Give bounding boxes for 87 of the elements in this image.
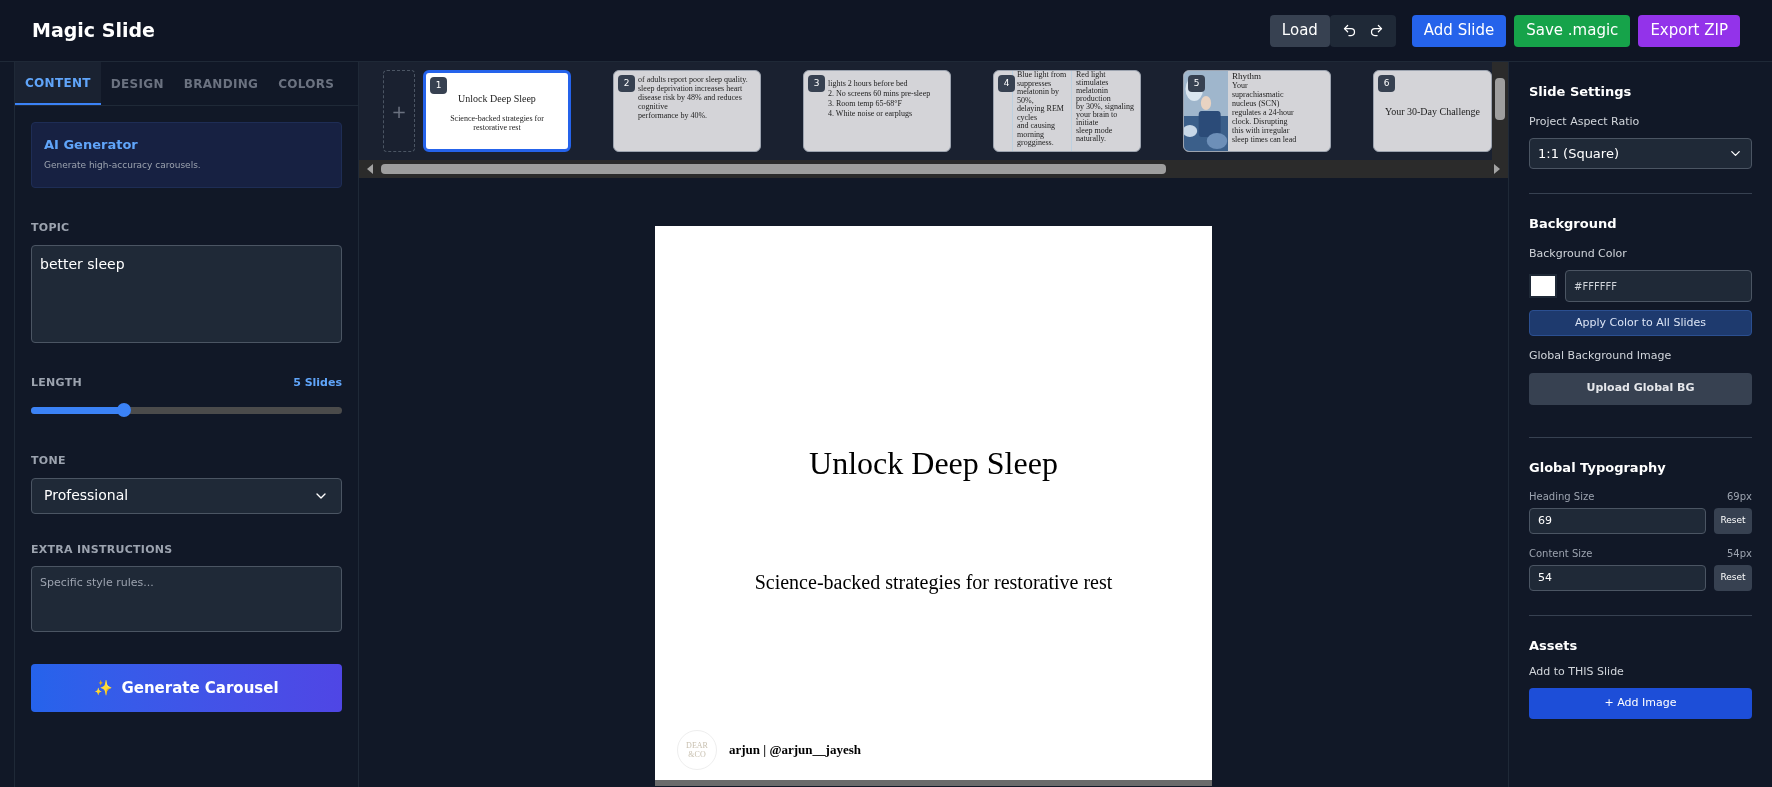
thumbnail-text: sleep times can lead: [1232, 135, 1297, 144]
aspect-ratio-select[interactable]: 1:1 (Square): [1529, 138, 1752, 169]
slide-thumbnail[interactable]: lights 2 hours before bed 2. No screens 60 mins pre-sleep 3. Room temp 65-68°F 4. White noise or earplugs 3: [803, 70, 951, 152]
slide-heading: Unlock Deep Sleep: [809, 444, 1058, 483]
thumbnail-text: 2. No screens 60 mins pre-sleep: [828, 89, 932, 98]
slide-number: 6: [1378, 75, 1395, 92]
tone-select[interactable]: Professional: [31, 477, 342, 514]
thumbnail-text: sleep mode naturally.: [1076, 127, 1114, 143]
topic-field[interactable]: better sleep: [31, 244, 342, 343]
size-reading: 69px: [1727, 490, 1752, 504]
thumbnail-text: suprachiasmatic: [1232, 90, 1285, 99]
thumbnail-text: of adults report poor sleep quality.: [638, 75, 749, 84]
slide-number: 2: [618, 75, 635, 92]
thumbnail-text: sleep deprivation increases heart: [638, 84, 744, 93]
field-label: EXTRA INSTRUCTIONS: [31, 541, 174, 558]
thumbnail-text: this with irregular: [1232, 126, 1291, 135]
thumbnail-text: nucleus (SCN): [1232, 99, 1281, 108]
thumbnail-text: Your: [1232, 81, 1249, 90]
thumbnail-text: regulates a 24-hour: [1232, 108, 1295, 117]
thumbnail-text: performance by 40%.: [638, 111, 709, 120]
slide-number: 5: [1188, 75, 1205, 92]
field-label: Heading Size: [1529, 490, 1595, 504]
thumbnail-text: Science-backed strategies for restorative rest: [449, 113, 545, 132]
author-handle: arjun | @arjun__jayesh: [729, 741, 861, 760]
field-label: LENGTH: [31, 374, 82, 391]
horizontal-scrollbar[interactable]: [359, 160, 1508, 178]
export-button[interactable]: Export ZIP: [1638, 14, 1740, 47]
slide-thumbnail[interactable]: of adults report poor sleep quality. sleep deprivation increases heart disease risk by 48% and reduces cognitive performance by 40%. 2: [613, 70, 761, 152]
reset-button[interactable]: Reset: [1714, 508, 1752, 534]
panel-tab[interactable]: CONTENT: [15, 62, 101, 105]
length-slider[interactable]: [31, 403, 342, 417]
section-title: Assets: [1529, 637, 1579, 655]
thumbnail-text: 4. White noise or earplugs: [828, 109, 914, 118]
redo-icon: [1368, 23, 1384, 38]
thumbnail-text: suppresses: [1017, 79, 1052, 88]
thumbnail-text: lights 2 hours before bed: [828, 79, 909, 88]
field-label: Project Aspect Ratio: [1529, 113, 1641, 130]
length-reading: 5 Slides: [293, 374, 342, 391]
slide-thumbnail[interactable]: Unlock Deep Sleep Science-backed strategies for restorative rest 1: [423, 70, 571, 152]
thumbnail-text: 3. Room temp 65-68°F: [828, 99, 903, 108]
panel-tab[interactable]: DESIGN: [100, 62, 174, 105]
thumbnail-text: Your 30-Day Challenge: [1384, 104, 1481, 119]
size-field[interactable]: 69: [1529, 508, 1706, 534]
slide-subheading: Science-backed strategies for restorative rest: [754, 570, 1113, 596]
thumbnail-text: clock. Disrupting: [1232, 117, 1289, 126]
vertical-scrollbar[interactable]: [1492, 62, 1508, 160]
add-slide-button[interactable]: Add Slide: [1411, 14, 1507, 47]
thumbnail-text: grogginess.: [1017, 139, 1055, 148]
generate-button[interactable]: ✨ Generate Carousel: [31, 664, 342, 712]
slide-number: 3: [808, 75, 825, 92]
field-label: Content Size: [1529, 547, 1593, 561]
thumbnail-text: by 30%, signaling: [1076, 103, 1135, 111]
extra-instructions-field[interactable]: Specific style rules...: [31, 566, 342, 632]
slide-thumbnail[interactable]: Your 30-Day Challenge 6: [1373, 70, 1492, 152]
add-image-button[interactable]: + Add Image: [1529, 688, 1752, 719]
app-title: Magic Slide: [32, 18, 155, 44]
slide-number: 4: [998, 75, 1015, 92]
panel-tab[interactable]: COLORS: [268, 62, 345, 105]
field-label: Background Color: [1529, 245, 1628, 262]
slide-number: 1: [430, 77, 447, 94]
undo-button[interactable]: [1329, 14, 1361, 47]
upload-bg-button[interactable]: Upload Global BG: [1529, 372, 1752, 405]
card-title: AI Generator: [44, 136, 139, 154]
color-swatch[interactable]: [1529, 274, 1557, 298]
field-label: Global Background Image: [1529, 348, 1673, 364]
slide-thumbnail[interactable]: [993, 70, 1141, 152]
thumbnail-text: Unlock Deep Sleep: [458, 91, 536, 106]
size-reading: 54px: [1727, 547, 1752, 561]
undo-icon: [1341, 23, 1357, 38]
size-field[interactable]: 54: [1529, 565, 1706, 591]
section-title: Global Typography: [1529, 458, 1667, 477]
redo-button[interactable]: [1360, 14, 1396, 47]
field-label: TOPIC: [31, 220, 71, 236]
apply-color-button[interactable]: Apply Color to All Slides: [1529, 310, 1752, 336]
panel-tab[interactable]: BRANDING: [173, 62, 269, 105]
card-subtitle: Generate high-accuracy carousels.: [44, 158, 202, 172]
reset-button[interactable]: Reset: [1714, 565, 1752, 591]
thumbnail-text: Blue light from: [1017, 71, 1068, 80]
slide-thumbnail[interactable]: Rhythm Your suprachiasmatic nucleus (SCN) regulates a 24-hour clock. Disrupting this with irregular sleep times can lead 5: [1183, 70, 1331, 152]
field-label: TONE: [31, 453, 67, 469]
section-title: Slide Settings: [1529, 83, 1633, 101]
field-label: Add to THIS Slide: [1529, 663, 1625, 680]
color-hex-field[interactable]: #FFFFFF: [1565, 270, 1752, 302]
section-title: Background: [1529, 215, 1618, 233]
thumbnail-text: Rhythm: [1232, 71, 1262, 81]
slider-thumb[interactable]: [117, 403, 132, 417]
load-button[interactable]: Load: [1269, 14, 1330, 47]
